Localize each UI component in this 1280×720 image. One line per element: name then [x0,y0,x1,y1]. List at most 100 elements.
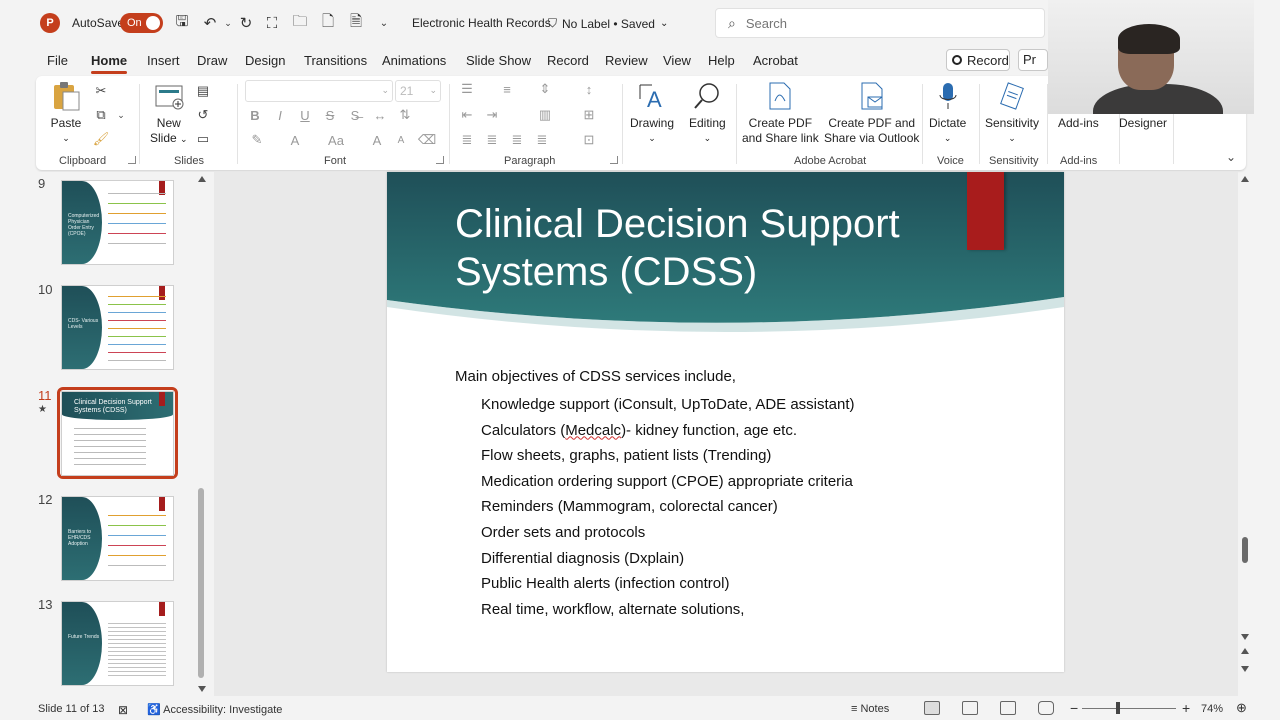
next-slide-icon[interactable] [1241,666,1249,672]
font-color-button[interactable]: A [286,131,304,149]
fit-to-window-icon[interactable]: ⊕ [1236,700,1247,716]
start-slideshow-icon[interactable]: ⛶ [262,13,282,33]
save-as-icon[interactable]: 🗎 [346,13,366,33]
save-icon[interactable]: 🖫 [172,13,192,33]
open-folder-icon[interactable]: 🗀 [290,13,310,33]
add-ins-button[interactable]: Add-ins [1058,116,1099,131]
tab-design[interactable]: Design [245,53,285,68]
create-pdf-outlook-button[interactable]: Create PDF and Share via Outlook [824,80,919,146]
notes-button[interactable]: ≡ Notes [851,703,889,715]
collapse-ribbon-icon[interactable]: ⌄ [1222,148,1240,166]
search-box[interactable]: ⌕ [715,8,1045,38]
zoom-in-button[interactable]: + [1182,700,1190,716]
spelling-flagged-word[interactable]: Medcalc [565,422,621,439]
bullets-icon[interactable]: ☰ [458,80,476,98]
tab-insert[interactable]: Insert [147,53,180,68]
dialog-launcher-icon[interactable] [128,156,136,164]
normal-view-icon[interactable] [924,701,940,715]
change-case-button[interactable]: Aa [324,131,348,149]
slide-indicator[interactable]: Slide 11 of 13 [38,703,104,715]
scroll-up-icon[interactable] [1241,176,1249,182]
align-right-icon[interactable]: ≣ [508,131,526,149]
dialog-launcher-icon[interactable] [436,156,444,164]
align-text-icon[interactable]: ⊞ [580,106,598,124]
align-left-icon[interactable]: ≣ [458,131,476,149]
clear-formatting-icon[interactable]: ⌫ [418,131,436,149]
change-case-icon[interactable]: ⇅ [396,106,414,124]
paste-button[interactable]: Paste ⌄ [50,80,82,146]
numbering-icon[interactable]: ≡ [498,80,516,98]
shrink-font-button[interactable]: A [392,131,410,149]
undo-dropdown-icon[interactable]: ⌄ [218,13,238,33]
current-slide[interactable]: Clinical Decision Support Systems (CDSS)… [387,172,1064,672]
highlighter-icon[interactable]: ✎ [248,131,266,149]
char-spacing-icon[interactable]: ↔ [371,106,389,124]
tab-review[interactable]: Review [605,53,648,68]
zoom-slider[interactable] [1082,708,1176,709]
tab-file[interactable]: File [47,53,68,68]
columns-icon[interactable]: ▥ [536,106,554,124]
decrease-indent-icon[interactable]: ⇤ [458,106,476,124]
sensitivity-label-status[interactable]: ⛉ No Label • Saved ⌄ [548,16,668,31]
undo-icon[interactable]: ↶ [200,13,220,33]
reset-icon[interactable]: ↺ [194,106,212,124]
bold-button[interactable]: B [246,106,264,124]
slide-title[interactable]: Clinical Decision Support Systems (CDSS) [455,200,975,296]
designer-button[interactable]: Designer [1119,116,1167,131]
scroll-down-icon[interactable] [198,686,206,692]
underline-button[interactable]: U [296,106,314,124]
grow-font-button[interactable]: A [368,131,386,149]
zoom-out-button[interactable]: − [1070,700,1078,716]
tab-home[interactable]: Home [91,53,128,74]
tab-acrobat[interactable]: Acrobat [753,53,798,68]
zoom-level[interactable]: 74% [1201,703,1223,715]
strikethrough-button[interactable]: S [321,106,339,124]
create-pdf-share-link-button[interactable]: Create PDF and Share link [742,80,819,146]
sensitivity-button[interactable]: Sensitivity ⌄ [985,80,1039,146]
font-name-box[interactable]: ⌄ [245,80,393,102]
scroll-down-icon[interactable] [1241,634,1249,640]
tab-slide-show[interactable]: Slide Show [466,53,531,68]
slide-thumbnail-12[interactable]: Barriers to EHR/CDS Adoption [61,496,174,581]
slide-thumbnail-10[interactable]: CDS- Various Levels [61,285,174,370]
canvas-scroll-thumb[interactable] [1242,537,1248,563]
format-painter-icon[interactable]: 🖌 [92,130,110,148]
slide-thumbnail-11[interactable]: Clinical Decision Support Systems (CDSS) [61,391,174,476]
slide-thumbnail-9[interactable]: Computerized Physician Order Entry (CPOE… [61,180,174,265]
tab-help[interactable]: Help [708,53,735,68]
align-center-icon[interactable]: ≣ [483,131,501,149]
text-direction-icon[interactable]: ↕ [580,80,598,98]
search-input[interactable] [745,15,996,31]
scroll-up-icon[interactable] [198,176,206,182]
accessibility-status[interactable]: ♿ Accessibility: Investigate [147,703,282,716]
smartart-icon[interactable]: ⊡ [580,131,598,149]
customize-toolbar-icon[interactable]: ⌄ [374,13,394,33]
layout-icon[interactable]: ▤ [194,82,212,100]
present-button[interactable]: Pr [1018,49,1048,71]
editing-button[interactable]: Editing ⌄ [689,80,726,146]
shadow-icon[interactable]: S̶ [346,106,364,124]
redo-icon[interactable]: ↻ [236,13,256,33]
slide-thumbnail-13[interactable]: Future Trends [61,601,174,686]
cut-icon[interactable]: ✂ [92,82,110,100]
slide-body-text[interactable]: Main objectives of CDSS services include… [455,368,855,622]
copy-icon[interactable]: ⧉ [92,106,110,124]
thumbnail-scrollbar[interactable] [198,488,204,678]
autosave-toggle[interactable]: On [120,13,163,33]
drawing-button[interactable]: A Drawing ⌄ [630,80,674,146]
new-file-icon[interactable]: 🗋 [318,13,338,33]
dialog-launcher-icon[interactable] [610,156,618,164]
increase-indent-icon[interactable]: ⇥ [483,106,501,124]
record-button[interactable]: Record [946,49,1010,71]
tab-transitions[interactable]: Transitions [304,53,367,68]
tab-animations[interactable]: Animations [382,53,446,68]
justify-icon[interactable]: ≣ [533,131,551,149]
tab-draw[interactable]: Draw [197,53,227,68]
zoom-slider-thumb[interactable] [1116,702,1120,714]
line-spacing-icon[interactable]: ⇕ [536,80,554,98]
tab-record[interactable]: Record [547,53,589,68]
new-slide-button[interactable]: New Slide ⌄ [150,80,188,147]
tab-view[interactable]: View [663,53,691,68]
copy-dropdown-icon[interactable]: ⌄ [112,106,130,124]
section-icon[interactable]: ▭ [194,130,212,148]
